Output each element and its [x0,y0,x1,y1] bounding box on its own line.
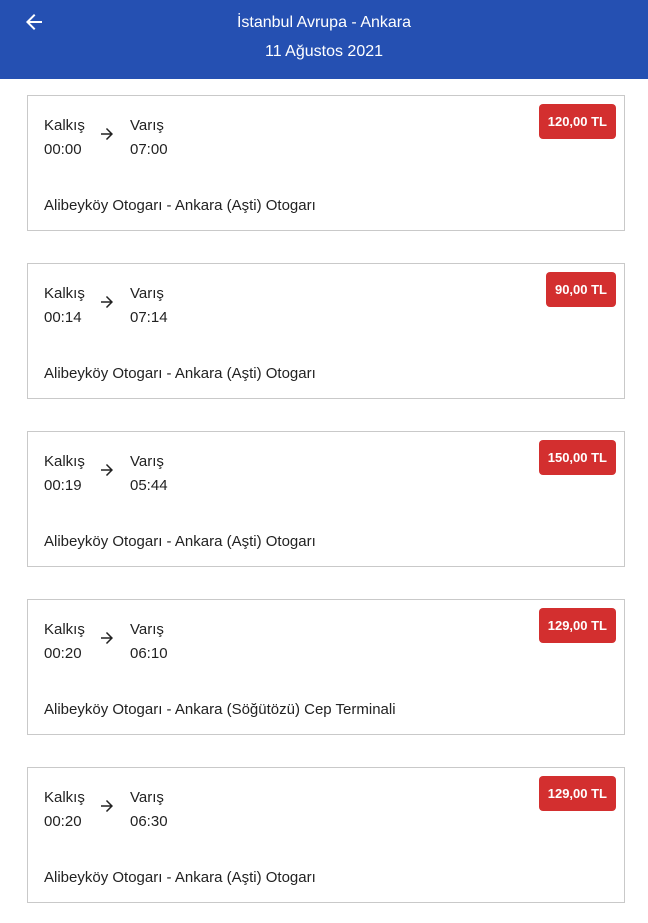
departure-time: 00:19 [44,477,82,494]
route-title: İstanbul Avrupa - Ankara [236,14,412,31]
departure-label: Kalkış [44,285,85,302]
trip-card[interactable]: Kalkış 00:00 Varış 07:00 120,00 TL Alibe… [27,95,625,231]
arrow-right-icon [101,128,113,140]
route-stations: Alibeyköy Otogarı - Ankara (Aşti) Otogar… [44,365,316,382]
trip-card[interactable]: Kalkış 00:20 Varış 06:30 129,00 TL Alibe… [27,767,625,903]
arrow-right-icon [101,632,113,644]
arrow-right-icon [101,800,113,812]
trip-card[interactable]: Kalkış 00:20 Varış 06:10 129,00 TL Alibe… [27,599,625,735]
departure-label: Kalkış [44,453,85,470]
arrival-time: 06:10 [130,645,168,662]
arrival-time: 07:00 [130,141,168,158]
arrival-label: Varış [130,789,164,806]
price-badge: 150,00 TL [538,440,616,475]
trip-card[interactable]: Kalkış 00:14 Varış 07:14 90,00 TL Alibey… [27,263,625,399]
route-stations: Alibeyköy Otogarı - Ankara (Aşti) Otogar… [44,869,316,886]
arrival-label: Varış [130,117,164,134]
arrow-right-icon [101,464,113,476]
price-badge: 129,00 TL [538,776,616,811]
arrival-time: 07:14 [130,309,168,326]
arrow-right-icon [101,296,113,308]
app-header: İstanbul Avrupa - Ankara 11 Ağustos 2021 [0,0,648,79]
price-badge: 90,00 TL [545,272,616,307]
departure-time: 00:20 [44,813,82,830]
departure-label: Kalkış [44,117,85,134]
arrival-time: 06:30 [130,813,168,830]
departure-time: 00:20 [44,645,82,662]
arrival-label: Varış [130,285,164,302]
departure-time: 00:00 [44,141,82,158]
route-stations: Alibeyköy Otogarı - Ankara (Aşti) Otogar… [44,533,316,550]
departure-label: Kalkış [44,621,85,638]
route-stations: Alibeyköy Otogarı - Ankara (Aşti) Otogar… [44,197,316,214]
trip-card[interactable]: Kalkış 00:19 Varış 05:44 150,00 TL Alibe… [27,431,625,567]
departure-time: 00:14 [44,309,82,326]
arrival-time: 05:44 [130,477,168,494]
travel-date: 11 Ağustos 2021 [264,43,384,60]
arrival-label: Varış [130,621,164,638]
price-badge: 129,00 TL [538,608,616,643]
route-stations: Alibeyköy Otogarı - Ankara (Söğütözü) Ce… [44,701,396,718]
price-badge: 120,00 TL [538,104,616,139]
departure-label: Kalkış [44,789,85,806]
arrival-label: Varış [130,453,164,470]
